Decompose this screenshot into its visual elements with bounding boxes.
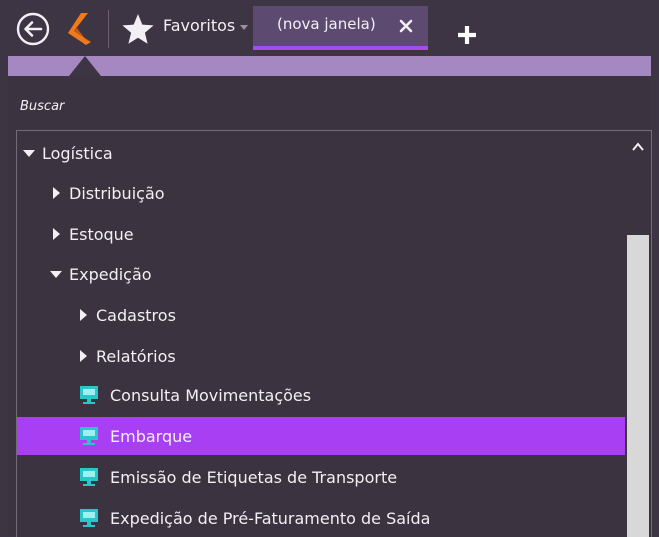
tab-nova-janela[interactable]: (nova janela)	[253, 6, 428, 50]
screen-item-icon	[80, 468, 98, 486]
scroll-up-icon[interactable]	[632, 142, 644, 151]
navigation-menu-panel: Buscar Logística Distribuição Estoque Ex…	[8, 76, 652, 537]
screen-item-icon	[80, 427, 98, 445]
tree-item-label: Cadastros	[96, 306, 176, 325]
expanded-caret-icon[interactable]	[23, 150, 35, 157]
menu-tree: Logística Distribuição Estoque Expedição…	[16, 130, 652, 537]
tree-item-estoque[interactable]: Estoque	[17, 215, 625, 253]
tree-item-label: Emissão de Etiquetas de Transporte	[110, 468, 398, 487]
scrollbar-thumb[interactable]	[627, 235, 649, 537]
screen-item-icon	[80, 386, 98, 404]
tree-item-label: Relatórios	[96, 347, 176, 366]
tree-item-label: Expedição	[69, 265, 152, 284]
chevron-down-icon[interactable]	[240, 25, 248, 30]
tab-active-indicator	[253, 46, 428, 50]
tree-item-embarque[interactable]: Embarque	[17, 417, 625, 455]
tree-item-emissao-etiquetas[interactable]: Emissão de Etiquetas de Transporte	[17, 458, 625, 496]
collapsed-caret-icon[interactable]	[80, 309, 87, 321]
favorites-label[interactable]: Favoritos	[163, 16, 235, 35]
screen-item-icon	[80, 509, 98, 527]
tree-item-relatorios[interactable]: Relatórios	[17, 337, 625, 375]
tree-item-logistica[interactable]: Logística	[17, 134, 625, 172]
collapsed-caret-icon[interactable]	[80, 350, 87, 362]
menu-header-band	[8, 56, 651, 76]
tab-label: (nova janela)	[277, 15, 376, 33]
top-toolbar: Favoritos (nova janela)	[0, 0, 659, 56]
collapsed-caret-icon[interactable]	[53, 228, 60, 240]
tree-item-consulta-movimentacoes[interactable]: Consulta Movimentações	[17, 376, 625, 414]
search-placeholder: Buscar	[20, 99, 65, 114]
vertical-scrollbar[interactable]	[625, 131, 651, 537]
tree-item-cadastros[interactable]: Cadastros	[17, 296, 625, 334]
plus-icon[interactable]	[456, 24, 478, 46]
back-arrow-icon[interactable]	[16, 12, 50, 46]
tree-item-pre-faturamento[interactable]: Expedição de Pré-Faturamento de Saída	[17, 499, 625, 537]
toolbar-separator	[108, 10, 109, 48]
tree-item-distribuicao[interactable]: Distribuição	[17, 174, 625, 212]
menu-pointer	[69, 56, 101, 76]
tree-item-label: Logística	[42, 144, 113, 163]
tree-item-label: Expedição de Pré-Faturamento de Saída	[110, 509, 431, 528]
expanded-caret-icon[interactable]	[50, 271, 62, 278]
close-icon[interactable]	[397, 17, 415, 35]
tree-item-label: Embarque	[110, 427, 193, 446]
collapsed-caret-icon[interactable]	[53, 187, 60, 199]
tree-item-label: Consulta Movimentações	[110, 386, 312, 405]
search-input[interactable]: Buscar	[8, 76, 651, 122]
tree-item-label: Estoque	[69, 225, 134, 244]
star-icon[interactable]	[121, 12, 155, 46]
app-logo-icon[interactable]	[64, 11, 94, 47]
tree-item-expedicao[interactable]: Expedição	[17, 255, 625, 293]
tree-item-label: Distribuição	[69, 184, 165, 203]
